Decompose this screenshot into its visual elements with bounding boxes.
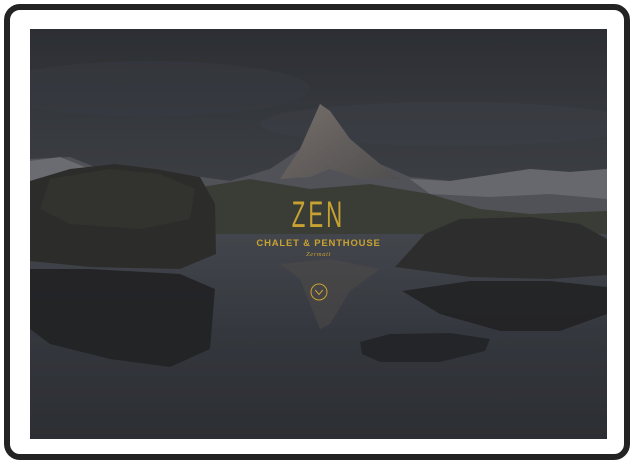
device-frame: ZEN CHALET & PENTHOUSE Zermatt [4, 4, 630, 460]
hero-subtitle: CHALET & PENTHOUSE [256, 238, 381, 249]
hero-section: ZEN CHALET & PENTHOUSE Zermatt [30, 29, 607, 439]
hero-location: Zermatt [306, 251, 331, 258]
chevron-down-circle-icon [310, 283, 328, 301]
brand-block: ZEN CHALET & PENTHOUSE Zermatt [30, 195, 607, 259]
scroll-down-button[interactable] [310, 283, 328, 301]
zen-logo[interactable]: ZEN [145, 195, 491, 235]
